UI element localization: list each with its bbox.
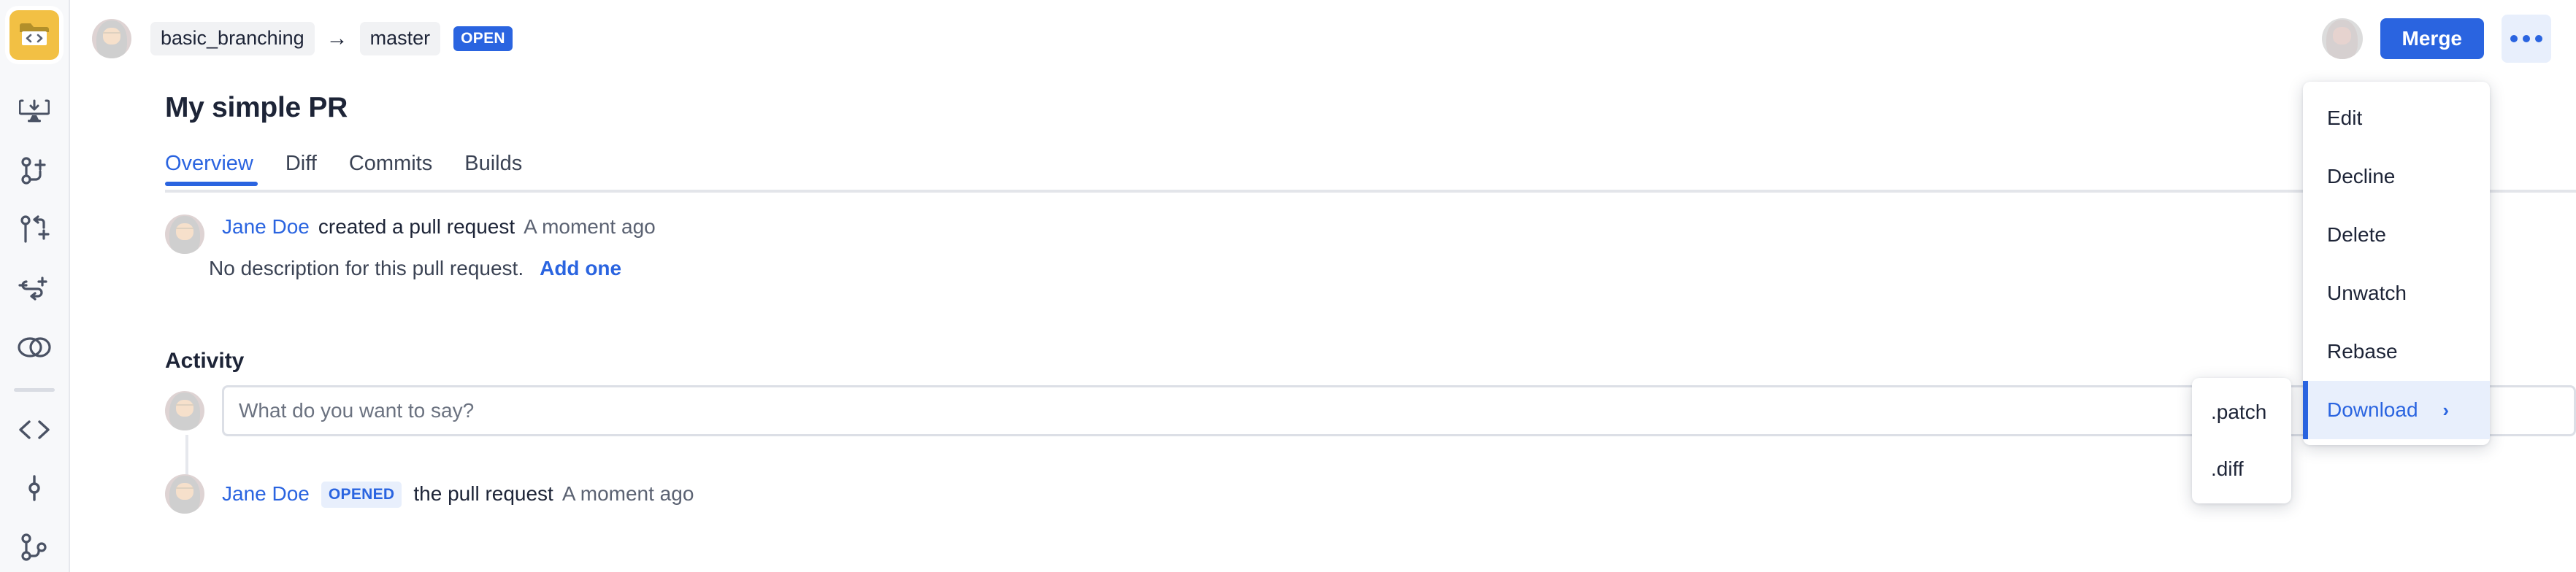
chevron-right-icon: › xyxy=(2442,399,2449,421)
sidebar-item-create-pull-request[interactable] xyxy=(9,204,59,254)
created-event-row: Jane Doe created a pull request A moment a… xyxy=(165,213,656,254)
tabs-baseline xyxy=(165,190,2576,193)
author-link[interactable]: Jane Doe xyxy=(222,482,310,505)
sidebar-item-clone[interactable] xyxy=(9,87,59,136)
activity-heading: Activity xyxy=(165,349,245,373)
description-row: No description for this pull request. Add… xyxy=(209,257,621,280)
merge-circles-icon xyxy=(17,336,52,359)
pull-request-icon xyxy=(19,214,50,244)
menu-item-delete[interactable]: Delete xyxy=(2303,206,2490,264)
ellipsis-dot-icon xyxy=(2535,35,2542,42)
more-actions-button[interactable] xyxy=(2502,15,2551,63)
branches-icon xyxy=(19,533,50,562)
menu-item-edit[interactable]: Edit xyxy=(2303,89,2490,147)
source-code-icon xyxy=(18,419,51,441)
menu-item-decline[interactable]: Decline xyxy=(2303,147,2490,206)
sidebar-item-create-branch[interactable] xyxy=(9,146,59,196)
menu-item-download[interactable]: Download › xyxy=(2303,381,2490,439)
sidebar-item-commit[interactable] xyxy=(9,263,59,313)
create-branch-icon xyxy=(19,156,50,185)
menu-item-unwatch[interactable]: Unwatch xyxy=(2303,264,2490,322)
pull-request-tabs: Overview Diff Commits Builds xyxy=(165,152,538,186)
sidebar-item-branches[interactable] xyxy=(9,522,59,572)
menu-item-download-label: Download xyxy=(2327,398,2418,421)
menu-item-rebase[interactable]: Rebase xyxy=(2303,322,2490,381)
arrow-right-icon: → xyxy=(326,26,348,50)
timeline-connector xyxy=(185,435,188,477)
more-actions-menu: Edit Decline Delete Unwatch Rebase Downl… xyxy=(2303,82,2490,445)
avatar xyxy=(165,391,204,430)
merge-button[interactable]: Merge xyxy=(2380,18,2484,60)
avatar xyxy=(165,474,204,514)
reviewer-avatar[interactable] xyxy=(2321,18,2363,59)
created-event-time: A moment ago xyxy=(524,215,656,238)
commit-node-icon xyxy=(20,474,48,502)
tab-overview[interactable]: Overview xyxy=(165,152,269,186)
rail-divider xyxy=(14,387,55,392)
submenu-item-diff[interactable]: .diff xyxy=(2192,441,2291,498)
sidebar-item-project[interactable] xyxy=(9,10,59,60)
ellipsis-dot-icon xyxy=(2510,35,2518,42)
avatar xyxy=(165,214,204,254)
project-folder-code-icon xyxy=(18,21,50,49)
created-event-text: Jane Doe created a pull request A moment a… xyxy=(222,213,656,241)
menu-bottom-spacer xyxy=(2303,439,2490,445)
left-navigation-rail xyxy=(0,0,70,572)
opened-event-time: A moment ago xyxy=(561,482,694,505)
header-actions: Merge xyxy=(2321,15,2551,63)
tab-builds[interactable]: Builds xyxy=(448,152,538,186)
tab-commits[interactable]: Commits xyxy=(333,152,448,186)
created-event-action: created a pull request xyxy=(318,215,515,238)
clone-download-icon xyxy=(19,98,50,125)
opened-event-text: Jane Doe OPENED the pull request A moment a… xyxy=(222,480,694,509)
page-title: My simple PR xyxy=(165,92,348,123)
sidebar-item-merge[interactable] xyxy=(9,322,59,372)
avatar xyxy=(92,19,131,58)
pull-request-page: basic_branching → master OPEN Merge My s… xyxy=(0,0,2576,572)
opened-badge: OPENED xyxy=(321,482,402,509)
ellipsis-dot-icon xyxy=(2523,35,2530,42)
source-branch-pill[interactable]: basic_branching xyxy=(150,22,315,55)
commit-arrow-icon xyxy=(18,275,50,301)
description-empty-text: No description for this pull request. xyxy=(209,257,524,279)
submenu-item-patch[interactable]: .patch xyxy=(2192,384,2291,441)
add-description-link[interactable]: Add one xyxy=(540,257,621,279)
author-link[interactable]: Jane Doe xyxy=(222,215,310,238)
opened-event-row: Jane Doe OPENED the pull request A moment a… xyxy=(165,474,694,514)
target-branch-pill[interactable]: master xyxy=(359,22,441,55)
download-submenu: .patch .diff xyxy=(2192,378,2291,503)
status-badge: OPEN xyxy=(453,26,513,51)
opened-event-action: the pull request xyxy=(413,482,553,505)
tab-diff[interactable]: Diff xyxy=(269,152,333,186)
sidebar-item-commits[interactable] xyxy=(9,463,59,513)
breadcrumb: basic_branching → master OPEN xyxy=(92,16,513,61)
sidebar-item-source[interactable] xyxy=(9,405,59,455)
